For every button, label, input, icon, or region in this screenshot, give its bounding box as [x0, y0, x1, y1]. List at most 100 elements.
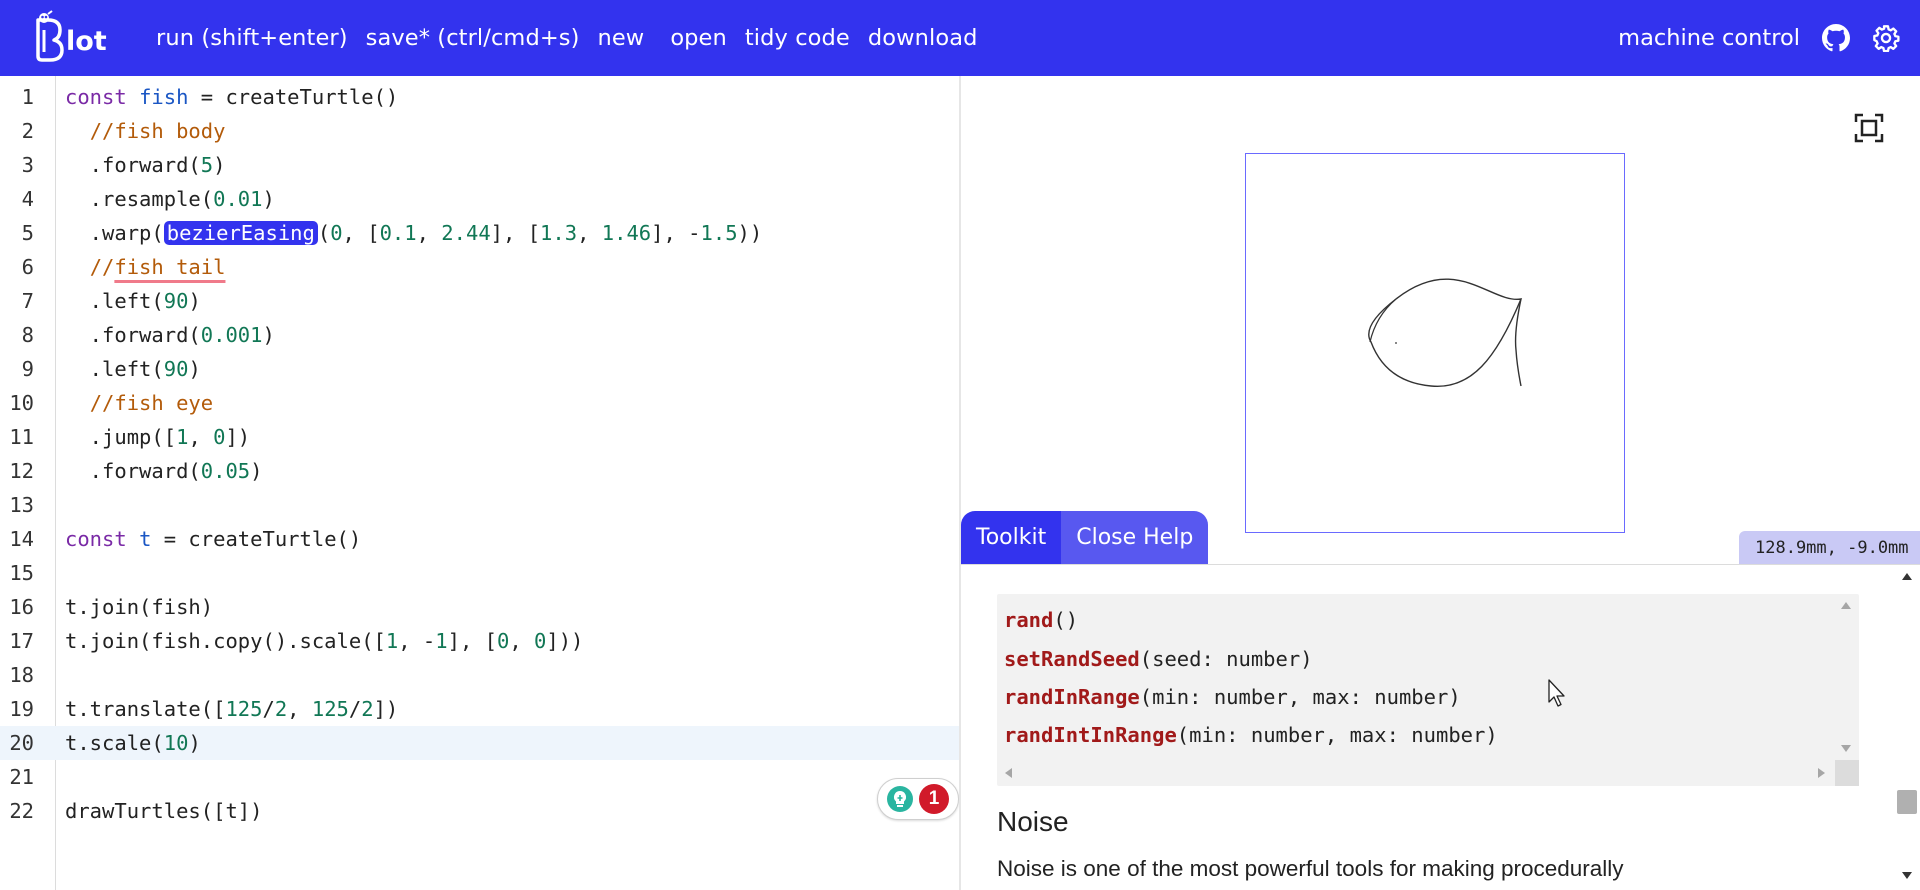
drawing-canvas[interactable] [1245, 153, 1625, 533]
lightbulb-icon[interactable] [887, 786, 913, 812]
code-text: .left(90) [65, 357, 201, 381]
code-line[interactable]: 16 t.join(fish) [0, 590, 960, 624]
code-text: t.scale(10) [65, 731, 201, 755]
line-number: 7 [21, 289, 34, 313]
code-example-line: setRandSeed(seed: number) [1004, 647, 1313, 671]
code-text: t.join(fish.copy().scale([1, -1], [0, 0]… [65, 629, 584, 653]
code-example-line: randIntInRange(min: number, max: number) [1004, 723, 1498, 747]
scroll-corner [1835, 760, 1859, 786]
right-nav: machine control [1618, 0, 1920, 76]
line-number: 20 [9, 731, 34, 755]
scroll-left-arrow[interactable] [1005, 768, 1012, 778]
open-button[interactable]: open [670, 25, 727, 51]
blot-logo[interactable]: lot [28, 8, 124, 64]
line-number: 4 [21, 187, 34, 211]
line-number: 14 [9, 527, 34, 551]
code-line[interactable]: 14 const t = createTurtle() [0, 522, 960, 556]
line-number: 17 [9, 629, 34, 653]
code-line[interactable]: 6 //fish tail [0, 250, 960, 284]
code-text: //fish tail [89, 255, 226, 279]
highlighted-identifier: bezierEasing [163, 221, 318, 245]
code-line[interactable]: 7 .left(90) [0, 284, 960, 318]
code-line[interactable]: 12 .forward(0.05) [0, 454, 960, 488]
tab-toolkit[interactable]: Toolkit [961, 511, 1062, 564]
mouse-pointer-icon [1547, 678, 1569, 710]
help-scroll-up-arrow[interactable] [1902, 573, 1912, 580]
code-line[interactable]: 10 //fish eye [0, 386, 960, 420]
new-button[interactable]: new [598, 25, 645, 51]
scroll-down-arrow[interactable] [1841, 745, 1851, 752]
code-line[interactable]: 2 //fish body [0, 114, 960, 148]
code-text: t.join(fish) [65, 595, 214, 619]
line-number: 12 [9, 459, 34, 483]
code-line[interactable]: 9 .left(90) [0, 352, 960, 386]
code-example-line: rand() [1004, 608, 1079, 632]
machine-control-button[interactable]: machine control [1618, 25, 1800, 51]
code-text: const fish = createTurtle() [65, 85, 399, 109]
line-number: 8 [21, 323, 34, 347]
code-line-active[interactable]: 20 t.scale(10) [0, 726, 960, 760]
help-tabs: Toolkit Close Help [961, 511, 1209, 564]
line-number: 19 [9, 697, 34, 721]
code-example-line: randInRange(min: number, max: number) [1004, 685, 1461, 709]
line-number: 2 [21, 119, 34, 143]
main-nav: run (shift+enter) save* (ctrl/cmd+s) new… [156, 0, 995, 76]
code-text: .warp(bezierEasing (0, [0.1, 2.44], [1.3,… [65, 221, 763, 245]
blot-logo-icon: lot [36, 10, 107, 62]
line-number: 16 [9, 595, 34, 619]
github-icon[interactable] [1820, 22, 1852, 54]
code-text: .forward(0.05) [65, 459, 263, 483]
code-text: //fish eye [89, 391, 214, 415]
help-scroll-thumb[interactable] [1897, 790, 1917, 814]
code-text: .left(90) [65, 289, 201, 313]
code-line[interactable]: 13 [0, 488, 960, 522]
help-scroll-down-arrow[interactable] [1902, 872, 1912, 879]
code-text: .forward(5) [65, 153, 226, 177]
code-line[interactable]: 17 t.join(fish.copy().scale([1, -1], [0, … [0, 624, 960, 658]
lint-indicator[interactable]: 1 [877, 778, 959, 820]
code-text: .jump([1, 0]) [65, 425, 251, 449]
download-button[interactable]: download [868, 25, 978, 51]
line-number: 13 [9, 493, 34, 517]
fullscreen-icon[interactable] [1853, 112, 1885, 144]
code-line[interactable]: 22 drawTurtles([t]) [0, 794, 960, 828]
code-text: .forward(0.001) [65, 323, 275, 347]
logo-text: lot [66, 26, 107, 57]
line-number: 21 [9, 765, 34, 789]
code-line[interactable]: 3 .forward(5) [0, 148, 960, 182]
code-line[interactable]: 19 t.translate([125/2, 125/2]) [0, 692, 960, 726]
code-line[interactable]: 21 [0, 760, 960, 794]
tab-close-help[interactable]: Close Help [1061, 511, 1209, 564]
code-line[interactable]: 1 const fish = createTurtle() [0, 80, 960, 114]
top-bar: lot run (shift+enter) save* (ctrl/cmd+s)… [0, 0, 1920, 76]
save-button[interactable]: save* (ctrl/cmd+s) [366, 25, 580, 51]
code-text: t.translate([125/2, 125/2]) [65, 697, 399, 721]
scroll-up-arrow[interactable] [1841, 602, 1851, 609]
line-number: 3 [21, 153, 34, 177]
code-editor[interactable]: 1 const fish = createTurtle() 2 //fish bo… [0, 76, 960, 890]
code-line[interactable]: 11 .jump([1, 0]) [0, 420, 960, 454]
code-text: //fish body [89, 119, 226, 143]
code-text: .resample(0.01) [65, 187, 275, 211]
line-number: 6 [21, 255, 34, 279]
line-number: 9 [21, 357, 34, 381]
line-number: 18 [9, 663, 34, 687]
scroll-right-arrow[interactable] [1818, 768, 1825, 778]
tidy-code-button[interactable]: tidy code [745, 25, 850, 51]
cursor-coordinates: 128.9mm, -9.0mm [1739, 531, 1920, 565]
code-text: const t = createTurtle() [65, 527, 362, 551]
code-line[interactable]: 5 .warp(bezierEasing (0, [0.1, 2.44], [1.… [0, 216, 960, 250]
run-button[interactable]: run (shift+enter) [156, 25, 348, 51]
error-count-badge[interactable]: 1 [919, 784, 949, 814]
code-line[interactable]: 8 .forward(0.001) [0, 318, 960, 352]
code-line[interactable]: 4 .resample(0.01) [0, 182, 960, 216]
code-text: drawTurtles([t]) [65, 799, 263, 823]
code-line[interactable]: 15 [0, 556, 960, 590]
gear-icon[interactable] [1870, 22, 1902, 54]
section-heading: Noise [997, 806, 1069, 837]
spellcheck-underline: fish tail [114, 255, 226, 279]
fish-drawing [1368, 278, 1523, 388]
code-line[interactable]: 18 [0, 658, 960, 692]
help-scrollbar[interactable] [1894, 565, 1920, 890]
line-number: 5 [21, 221, 34, 245]
